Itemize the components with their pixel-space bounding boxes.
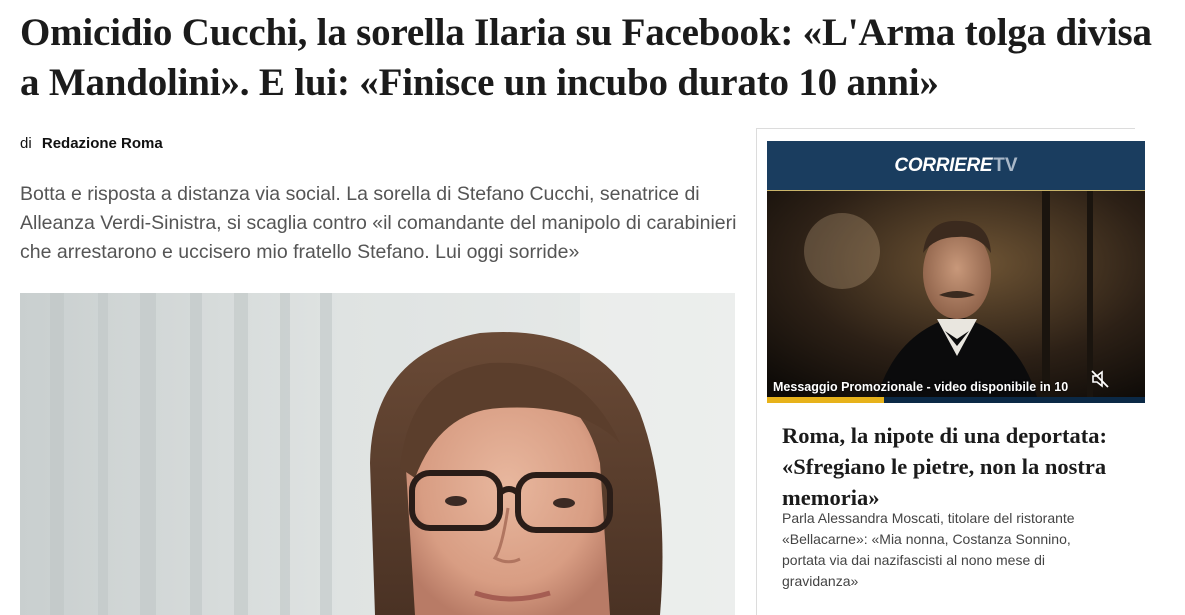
corriere-tv-suffix: TV [993, 154, 1018, 176]
corriere-tv-player[interactable]: CORRIERE TV Messaggio Promozionale - vid… [767, 141, 1145, 403]
video-still-image [767, 191, 1145, 397]
article-summary: Botta e risposta a distanza via social. … [20, 183, 737, 263]
article-photo [20, 293, 735, 615]
article-headline: Omicidio Cucchi, la sorella Ilaria su Fa… [20, 11, 1152, 104]
video-progress-bar[interactable] [767, 397, 1145, 403]
video-progress-fill [767, 397, 885, 403]
video-caption: Messaggio Promozionale - video disponibi… [773, 380, 1069, 394]
byline-prefix: di [20, 135, 32, 152]
video-frame[interactable]: Messaggio Promozionale - video disponibi… [767, 191, 1145, 397]
sidebar-story-title[interactable]: Roma, la nipote di una deportata: «Sfreg… [782, 420, 1137, 513]
corriere-tv-logo: CORRIERE [894, 154, 993, 176]
sidebar-top-divider [757, 128, 1135, 129]
sidebar-story-text: Parla Alessandra Moscati, titolare del r… [782, 510, 1075, 589]
byline-author[interactable]: Redazione Roma [42, 135, 163, 152]
portrait-image [20, 293, 735, 615]
byline: di Redazione Roma [20, 135, 163, 152]
column-divider [756, 128, 757, 615]
corriere-tv-header[interactable]: CORRIERE TV [767, 141, 1145, 191]
speaker-muted-icon[interactable] [1090, 369, 1110, 389]
